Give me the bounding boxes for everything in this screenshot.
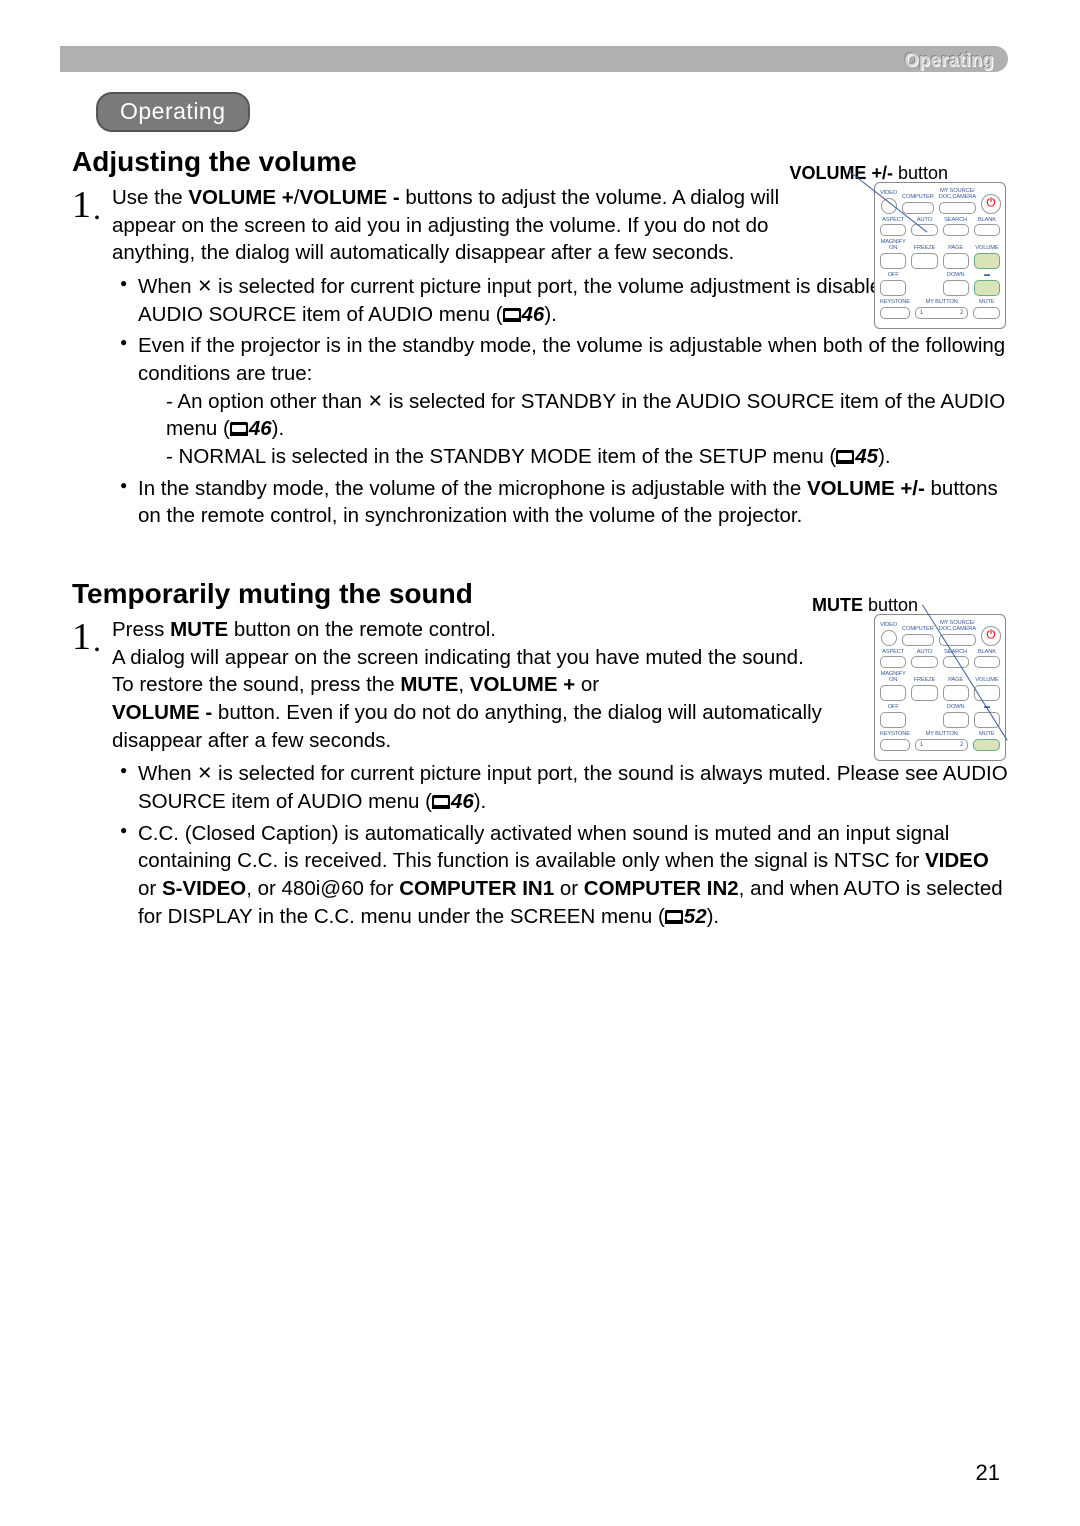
- remote-page-down-button[interactable]: [943, 280, 969, 296]
- remote-video-button[interactable]: [881, 630, 897, 646]
- operating-pill: Operating: [96, 92, 250, 132]
- section1-title: Adjusting the volume: [72, 146, 357, 178]
- volume-callout-rest: button: [893, 163, 948, 183]
- remote-volume-down-button[interactable]: [974, 280, 1000, 296]
- book-icon: [665, 910, 683, 924]
- s2-step1-number: 1.: [72, 616, 102, 754]
- remote-magnify-on-button[interactable]: [880, 685, 906, 701]
- s2-bullet-2: C.C. (Closed Caption) is automatically a…: [120, 820, 1008, 931]
- book-icon: [230, 422, 248, 436]
- volume-callout: VOLUME +/- button: [789, 163, 948, 184]
- mute-callout-bold: MUTE: [812, 595, 863, 615]
- remote-freeze-button[interactable]: [911, 685, 937, 701]
- section2-title: Temporarily muting the sound: [72, 578, 473, 610]
- remote-blank-button[interactable]: [974, 656, 1000, 668]
- header-bar: Operating: [60, 46, 1008, 72]
- remote-mysource-button[interactable]: [939, 202, 976, 214]
- remote-aspect-button[interactable]: [880, 224, 906, 236]
- remote-power-button[interactable]: ⏻: [981, 626, 1001, 646]
- remote-power-button[interactable]: ⏻: [981, 194, 1001, 214]
- header-right-label: Operating: [904, 50, 994, 71]
- remote-mybutton[interactable]: 12: [915, 307, 968, 319]
- s1-bullet-3: In the standby mode, the volume of the m…: [120, 475, 1008, 530]
- remote-page-up-button[interactable]: [943, 685, 969, 701]
- page-number: 21: [976, 1460, 1000, 1486]
- remote-mute-button[interactable]: [973, 739, 1000, 751]
- remote-blank-button[interactable]: [974, 224, 1000, 236]
- remote-mute-button[interactable]: [973, 307, 1000, 319]
- remote-computer-button[interactable]: [902, 634, 934, 646]
- book-icon: [503, 308, 521, 322]
- remote-diagram-mute: VIDEO COMPUTER MY SOURCE/ DOC.CAMERA ⏻ A…: [864, 614, 1014, 761]
- step1-number: 1.: [72, 184, 102, 267]
- remote-magnify-on-button[interactable]: [880, 253, 906, 269]
- remote-page-up-button[interactable]: [943, 253, 969, 269]
- volume-callout-bold: VOLUME +/-: [789, 163, 893, 183]
- s2-bullet-1: When ✕ is selected for current picture i…: [120, 760, 1008, 815]
- remote-search-button[interactable]: [943, 224, 969, 236]
- mute-x-icon: ✕: [368, 389, 383, 413]
- remote-volume-up-button[interactable]: [974, 253, 1000, 269]
- mute-x-icon: ✕: [197, 761, 212, 785]
- remote-diagram-volume: VIDEO COMPUTER MY SOURCE/ DOC.CAMERA ⏻ A…: [864, 182, 1014, 329]
- remote-page-down-button[interactable]: [943, 712, 969, 728]
- mute-callout: MUTE button: [812, 595, 918, 616]
- remote-keystone-button[interactable]: [880, 739, 910, 751]
- remote-keystone-button[interactable]: [880, 307, 910, 319]
- remote-mybutton[interactable]: 12: [915, 739, 968, 751]
- book-icon: [836, 450, 854, 464]
- s1-bullet-2: Even if the projector is in the standby …: [120, 332, 1008, 470]
- mute-callout-rest: button: [863, 595, 918, 615]
- remote-aspect-button[interactable]: [880, 656, 906, 668]
- remote-magnify-off-button[interactable]: [880, 712, 906, 728]
- remote-magnify-off-button[interactable]: [880, 280, 906, 296]
- remote-computer-button[interactable]: [902, 202, 934, 214]
- remote-freeze-button[interactable]: [911, 253, 937, 269]
- mute-x-icon: ✕: [197, 274, 212, 298]
- book-icon: [432, 795, 450, 809]
- remote-auto-button[interactable]: [911, 656, 937, 668]
